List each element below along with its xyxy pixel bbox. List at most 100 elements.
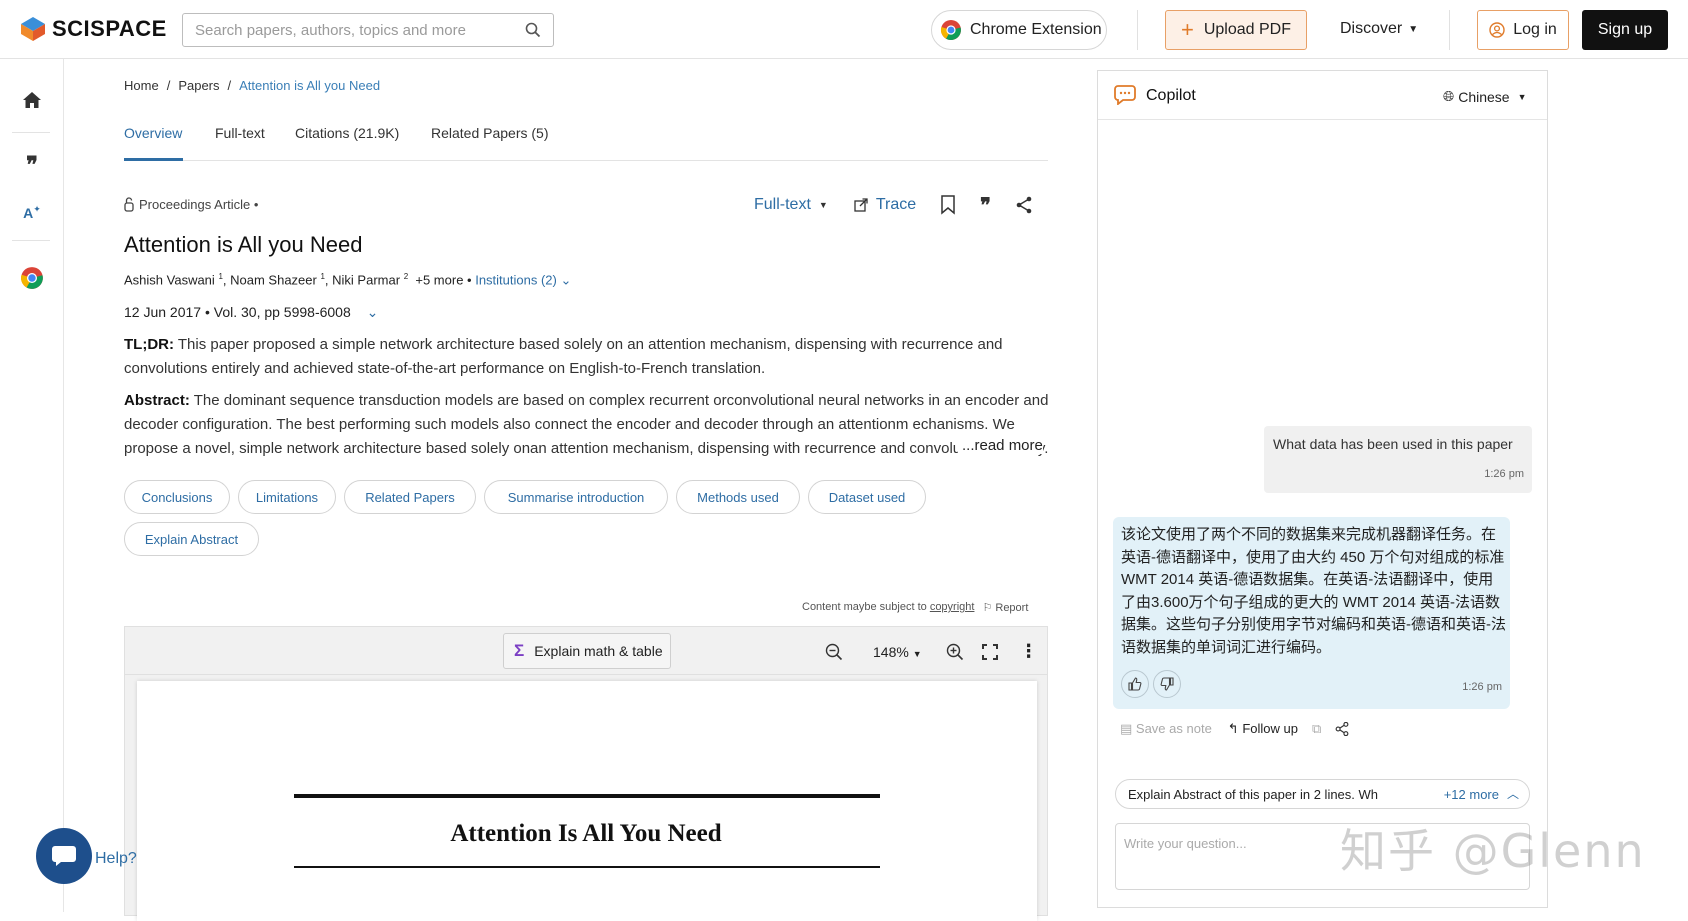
content-note-text: Content maybe subject to [802, 601, 927, 613]
chip-related-papers[interactable]: Related Papers [344, 480, 476, 514]
discover-dropdown[interactable]: Discover ▼ [1340, 20, 1418, 38]
chrome-extension-label: Chrome Extension [970, 21, 1102, 38]
pdf-title-rule-top [294, 794, 880, 798]
copyright-link[interactable]: copyright [930, 601, 975, 613]
caret-down-icon: ▼ [818, 200, 828, 210]
trace-button[interactable]: Trace [854, 196, 916, 214]
chip-dataset-used[interactable]: Dataset used [808, 480, 926, 514]
caret-down-icon: ▼ [1408, 23, 1419, 35]
upload-pdf-button[interactable]: + Upload PDF [1165, 10, 1307, 50]
log-in-button[interactable]: Log in [1477, 10, 1569, 50]
chevron-down-icon[interactable]: ⌄ [367, 304, 379, 320]
logo-text: SCISPACE [52, 16, 167, 41]
fulltext-label: Full-text [754, 196, 811, 213]
sign-up-button[interactable]: Sign up [1582, 10, 1668, 50]
quote-icon[interactable]: ❞ [20, 152, 44, 178]
content-note: Content maybe subject to copyright ⚐ Rep… [802, 601, 1028, 614]
more-options-icon[interactable]: ⋮ [1020, 641, 1038, 662]
chip-methods-used[interactable]: Methods used [676, 480, 800, 514]
log-in-label: Log in [1513, 21, 1557, 38]
thumbs-up-icon[interactable] [1121, 670, 1149, 698]
fulltext-dropdown[interactable]: Full-text ▼ [754, 196, 828, 214]
user-message: What data has been used in this paper 1:… [1264, 426, 1532, 493]
explain-math-table-button[interactable]: Σ Explain math & table [503, 633, 671, 669]
report-button[interactable]: ⚐ Report [982, 601, 1028, 614]
breadcrumb: Home / Papers / Attention is All you Nee… [124, 78, 380, 93]
tab-overview[interactable]: Overview [124, 125, 183, 161]
scispace-logo[interactable]: SCISPACE [20, 16, 167, 42]
pdf-toolbar: Σ Explain math & table 148% ▼ ⋮ [125, 627, 1047, 675]
top-header: SCISPACE Chrome Extension + Upload PDF D… [0, 0, 1688, 59]
tab-citations[interactable]: Citations (21.9K) [295, 125, 399, 161]
author-name[interactable]: Niki Parmar [332, 272, 400, 287]
tab-full-text[interactable]: Full-text [215, 125, 265, 161]
author-name[interactable]: Noam Shazeer [230, 272, 317, 287]
pdf-viewer: Σ Explain math & table 148% ▼ ⋮ [124, 626, 1048, 921]
prompt-suggestion-text: Explain Abstract of this paper in 2 line… [1128, 786, 1379, 802]
ai-writer-icon[interactable]: A ✦ [20, 201, 44, 225]
chip-summarise-introduction[interactable]: Summarise introduction [484, 480, 668, 514]
globe-icon: 🌐︎ [1443, 88, 1455, 104]
authors-line: Ashish Vaswani 1, Noam Shazeer 1, Niki P… [124, 272, 572, 288]
article-type-label: Proceedings Article • [139, 196, 259, 212]
bookmark-icon[interactable] [940, 195, 956, 215]
breadcrumb-home[interactable]: Home [124, 78, 159, 93]
chrome-extension-button[interactable]: Chrome Extension [931, 10, 1107, 50]
sigma-icon: Σ [514, 641, 525, 660]
follow-up-label: Follow up [1242, 721, 1298, 736]
copilot-header: Copilot 🌐︎ Chinese ▼ [1098, 71, 1547, 120]
chevron-up-icon[interactable]: ︿ [1507, 785, 1519, 802]
tldr: TL;DR: This paper proposed a simple netw… [124, 333, 1050, 381]
author-name[interactable]: Ashish Vaswani [124, 272, 215, 287]
chip-conclusions[interactable]: Conclusions [124, 480, 230, 514]
read-more-link[interactable]: ...read more [958, 437, 1043, 454]
fullscreen-icon[interactable] [981, 643, 998, 660]
home-icon[interactable] [20, 88, 44, 112]
thumbs-down-icon[interactable] [1153, 670, 1181, 698]
zoom-in-icon[interactable] [946, 643, 964, 661]
share-icon[interactable] [1015, 196, 1033, 214]
more-suggestions-button[interactable]: +12 more [1444, 787, 1499, 802]
chrome-icon[interactable] [20, 266, 44, 290]
tab-related-papers[interactable]: Related Papers (5) [431, 125, 549, 161]
save-as-note-button[interactable]: ▤ Save as note [1120, 721, 1212, 737]
help-label[interactable]: Help? [95, 850, 137, 868]
zoom-select[interactable]: 148% ▼ [873, 644, 922, 660]
language-dropdown[interactable]: 🌐︎ Chinese ▼ [1443, 88, 1527, 105]
chip-limitations[interactable]: Limitations [238, 480, 336, 514]
zoom-out-icon[interactable] [825, 643, 843, 661]
assistant-message-time: 1:26 pm [1462, 681, 1502, 693]
chip-explain-abstract[interactable]: Explain Abstract [124, 522, 259, 556]
open-access-icon [124, 197, 134, 212]
prompt-suggestion[interactable]: Explain Abstract of this paper in 2 line… [1115, 779, 1530, 809]
more-authors[interactable]: +5 more • [415, 272, 471, 287]
institutions-label: Institutions (2) [475, 272, 557, 288]
header-divider [1137, 10, 1138, 50]
search-icon[interactable] [525, 22, 541, 38]
publication-meta: 12 Jun 2017 • Vol. 30, pp 5998-6008 ⌄ [124, 304, 378, 321]
institutions-dropdown[interactable]: Institutions (2) ⌄ [475, 272, 571, 287]
sign-up-label: Sign up [1597, 21, 1653, 38]
abstract-text: The dominant sequence transduction model… [124, 392, 1049, 457]
zoom-controls: 148% ▼ ⋮ [825, 641, 1038, 662]
help-chat-button[interactable] [36, 828, 92, 884]
sidebar-divider [12, 240, 50, 241]
sidebar-divider [12, 132, 50, 133]
follow-up-button[interactable]: ↰ Follow up [1228, 721, 1298, 737]
caret-down-icon: ▼ [912, 648, 922, 659]
breadcrumb-papers[interactable]: Papers [178, 78, 219, 93]
breadcrumb-separator: / [227, 78, 232, 93]
copy-icon[interactable]: ⧉ [1312, 721, 1321, 737]
plus-icon: + [1180, 17, 1194, 42]
breadcrumb-current[interactable]: Attention is All you Need [239, 78, 380, 93]
paper-title: Attention is All you Need [124, 232, 363, 257]
abstract-label: Abstract: [124, 392, 190, 409]
report-label: Report [995, 602, 1029, 614]
cite-quote-icon[interactable]: ❞ [980, 193, 991, 217]
pdf-paper-title: Attention Is All You Need [450, 820, 722, 847]
search-input[interactable] [195, 21, 525, 39]
zoom-level: 148% [873, 643, 909, 660]
share-icon[interactable] [1335, 722, 1349, 736]
search-box[interactable] [182, 13, 554, 47]
save-as-note-label: Save as note [1135, 721, 1212, 736]
